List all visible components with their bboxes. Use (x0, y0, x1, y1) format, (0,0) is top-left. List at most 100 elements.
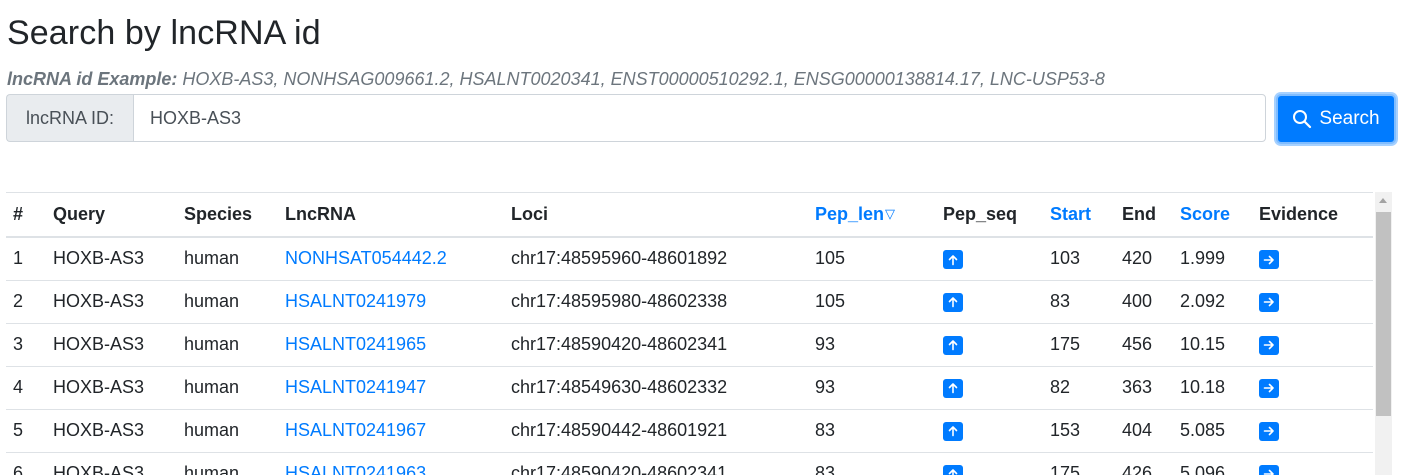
cell-pep-len: 93 (808, 323, 936, 367)
cell-score: 1.999 (1173, 237, 1252, 281)
arrow-right-icon (1263, 255, 1274, 264)
arrow-right-icon (1263, 297, 1274, 307)
cell-species: human (177, 366, 278, 410)
cell-query: HOXB-AS3 (46, 452, 177, 475)
pep-seq-button[interactable] (943, 335, 963, 355)
cell-query: HOXB-AS3 (46, 409, 177, 453)
search-button[interactable]: Search (1276, 94, 1396, 144)
cell-index: 4 (6, 366, 46, 410)
lncrna-id-input[interactable] (133, 94, 1266, 142)
cell-evidence (1252, 452, 1373, 475)
cell-loci: chr17:48590442-48601921 (504, 409, 808, 453)
cell-start: 175 (1043, 452, 1115, 475)
cell-start: 82 (1043, 366, 1115, 410)
col-header-species: Species (177, 193, 278, 238)
col-header-index: # (6, 193, 46, 238)
cell-pep-seq (936, 409, 1043, 453)
col-header-end: End (1115, 193, 1173, 238)
col-header-start[interactable]: Start (1043, 193, 1115, 238)
cell-end: 404 (1115, 409, 1173, 453)
example-hint: lncRNA id Example: HOXB-AS3, NONHSAG0096… (7, 69, 1105, 90)
cell-lncrna: NONHSAT054442.2 (278, 237, 504, 281)
evidence-button[interactable] (1259, 335, 1279, 355)
cell-pep-len: 83 (808, 409, 936, 453)
cell-end: 426 (1115, 452, 1173, 475)
cell-index: 2 (6, 280, 46, 324)
cell-start: 153 (1043, 409, 1115, 453)
col-header-query: Query (46, 193, 177, 238)
table-row: 1 HOXB-AS3 human NONHSAT054442.2 chr17:4… (6, 237, 1373, 281)
evidence-button[interactable] (1259, 464, 1279, 475)
lncrna-link[interactable]: HSALNT0241965 (285, 334, 426, 354)
results-table-container: # Query Species LncRNA Loci Pep_len▽ Pep… (6, 192, 1373, 475)
lncrna-link[interactable]: HSALNT0241963 (285, 463, 426, 475)
pep-seq-button[interactable] (943, 250, 963, 269)
cell-lncrna: HSALNT0241965 (278, 323, 504, 367)
pep-seq-button[interactable] (943, 421, 963, 441)
cell-score: 10.18 (1173, 366, 1252, 410)
cell-species: human (177, 452, 278, 475)
arrow-up-icon (948, 469, 958, 475)
lncrna-link[interactable]: HSALNT0241967 (285, 420, 426, 440)
table-row: 6 HOXB-AS3 human HSALNT0241963 chr17:485… (6, 452, 1373, 475)
arrow-right-icon (1263, 383, 1274, 393)
arrow-right-icon (1263, 426, 1274, 436)
cell-loci: chr17:48549630-48602332 (504, 366, 808, 410)
table-scrollbar[interactable] (1375, 192, 1392, 475)
evidence-button[interactable] (1259, 292, 1279, 312)
pep-seq-button[interactable] (943, 292, 963, 312)
evidence-button[interactable] (1259, 378, 1279, 398)
col-header-loci: Loci (504, 193, 808, 238)
pep-seq-button[interactable] (943, 378, 963, 398)
table-row: 4 HOXB-AS3 human HSALNT0241947 chr17:485… (6, 366, 1373, 410)
search-icon (1293, 110, 1312, 129)
cell-pep-len: 83 (808, 452, 936, 475)
col-header-pep-len[interactable]: Pep_len▽ (808, 193, 936, 238)
lncrna-link[interactable]: HSALNT0241947 (285, 377, 426, 397)
cell-score: 5.085 (1173, 409, 1252, 453)
cell-lncrna: HSALNT0241967 (278, 409, 504, 453)
cell-query: HOXB-AS3 (46, 280, 177, 324)
cell-loci: chr17:48590420-48602341 (504, 452, 808, 475)
cell-query: HOXB-AS3 (46, 323, 177, 367)
table-row: 3 HOXB-AS3 human HSALNT0241965 chr17:485… (6, 323, 1373, 367)
table-row: 2 HOXB-AS3 human HSALNT0241979 chr17:485… (6, 280, 1373, 324)
cell-evidence (1252, 237, 1373, 281)
cell-query: HOXB-AS3 (46, 366, 177, 410)
cell-loci: chr17:48595960-48601892 (504, 237, 808, 281)
table-header-row: # Query Species LncRNA Loci Pep_len▽ Pep… (6, 193, 1373, 238)
cell-species: human (177, 323, 278, 367)
col-header-score[interactable]: Score (1173, 193, 1252, 238)
cell-evidence (1252, 280, 1373, 324)
evidence-button[interactable] (1259, 250, 1279, 269)
cell-start: 175 (1043, 323, 1115, 367)
cell-end: 420 (1115, 237, 1173, 281)
lncrna-link[interactable]: NONHSAT054442.2 (285, 248, 447, 268)
evidence-button[interactable] (1259, 421, 1279, 441)
cell-pep-seq (936, 280, 1043, 324)
scroll-up-arrow-icon[interactable] (1379, 198, 1387, 203)
example-label: lncRNA id Example: (7, 69, 178, 89)
cell-end: 363 (1115, 366, 1173, 410)
lncrna-link[interactable]: HSALNT0241979 (285, 291, 426, 311)
cell-end: 400 (1115, 280, 1173, 324)
search-addon-label: lncRNA ID: (6, 94, 133, 142)
arrow-up-icon (948, 383, 958, 394)
cell-score: 10.15 (1173, 323, 1252, 367)
table-row: 5 HOXB-AS3 human HSALNT0241967 chr17:485… (6, 409, 1373, 453)
scrollbar-thumb[interactable] (1376, 212, 1391, 416)
arrow-right-icon (1263, 340, 1274, 350)
cell-pep-seq (936, 452, 1043, 475)
arrow-up-icon (948, 340, 958, 351)
cell-species: human (177, 280, 278, 324)
cell-evidence (1252, 409, 1373, 453)
cell-pep-len: 105 (808, 237, 936, 281)
pep-seq-button[interactable] (943, 464, 963, 475)
cell-evidence (1252, 323, 1373, 367)
cell-lncrna: HSALNT0241947 (278, 366, 504, 410)
col-header-evidence: Evidence (1252, 193, 1373, 238)
cell-end: 456 (1115, 323, 1173, 367)
cell-pep-seq (936, 366, 1043, 410)
cell-lncrna: HSALNT0241979 (278, 280, 504, 324)
results-table: # Query Species LncRNA Loci Pep_len▽ Pep… (6, 193, 1373, 475)
